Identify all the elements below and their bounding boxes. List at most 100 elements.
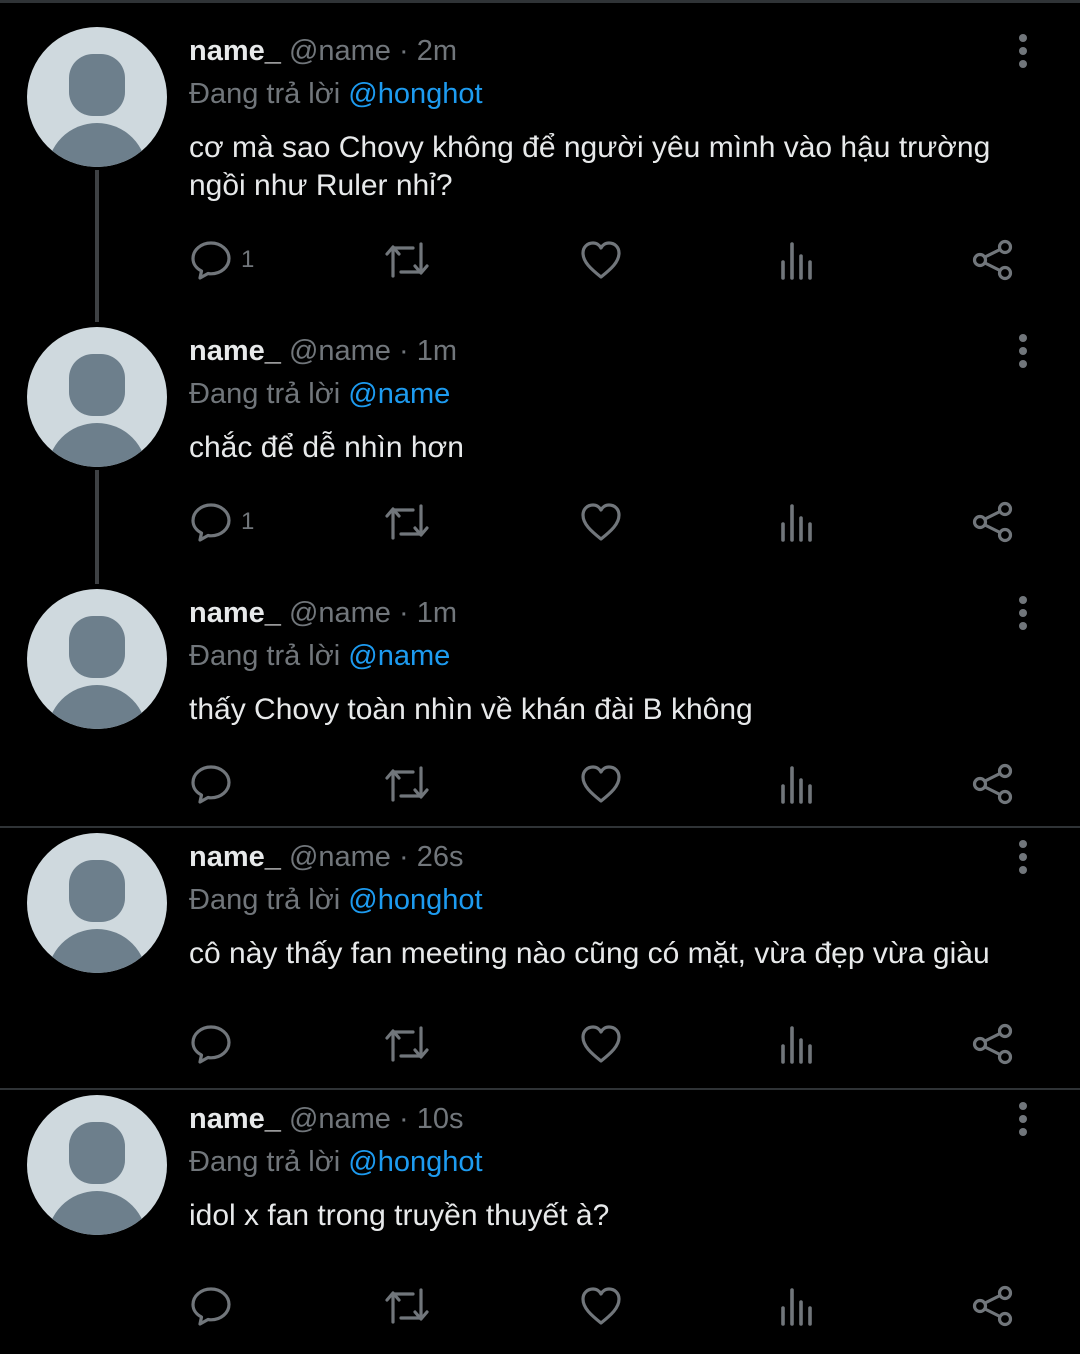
replying-to-mention[interactable]: @honghot [348,78,482,110]
handle-and-time: @name · 10s [280,1103,464,1135]
tweet-reply[interactable]: name_ @name · 1m Đang trả lời @name thấy… [0,584,1080,828]
retweet-button[interactable] [383,235,431,285]
more-vertical-icon [1019,334,1027,368]
retweet-button[interactable] [383,759,431,809]
action-bar: 1 [189,235,1029,285]
replying-to-prefix: Đang trả lời [189,884,349,916]
reply-count: 1 [241,246,255,273]
heart-icon [581,241,621,279]
tweet-header: name_ @name · 26s [189,837,463,877]
action-bar: 1 [189,497,1029,547]
views-chart-icon [781,242,812,280]
replying-to-line: Đang trả lời @name [189,374,450,414]
reply-button[interactable] [189,1281,241,1331]
retweet-button[interactable] [383,497,431,547]
views-chart-icon [781,766,812,804]
display-name[interactable]: name_ [189,1103,281,1135]
reply-bubble-icon [191,241,231,280]
share-icon [972,1023,1013,1065]
handle-and-time: @name · 2m [280,35,457,67]
more-vertical-icon [1019,1102,1027,1136]
reply-button[interactable] [189,759,241,809]
tweet-reply[interactable]: name_ @name · 2m Đang trả lời @honghot c… [0,0,1080,322]
more-vertical-icon [1019,596,1027,630]
avatar[interactable] [27,1095,167,1235]
tweet-reply[interactable]: name_ @name · 1m Đang trả lời @name chắc… [0,322,1080,584]
more-options-button[interactable] [1003,31,1043,71]
heart-icon [581,765,621,803]
reply-button[interactable]: 1 [189,235,254,285]
handle-and-time: @name · 1m [280,335,457,367]
like-button[interactable] [579,497,623,547]
retweet-icon [385,504,429,540]
tweet-reply[interactable]: name_ @name · 10s Đang trả lời @honghot … [0,1090,1080,1354]
display-name[interactable]: name_ [189,597,281,629]
share-icon [972,763,1013,805]
retweet-icon [385,242,429,278]
views-button[interactable] [777,1019,821,1069]
replying-to-mention[interactable]: @honghot [348,884,482,916]
tweet-reply[interactable]: name_ @name · 26s Đang trả lời @honghot … [0,828,1080,1090]
more-vertical-icon [1019,34,1027,68]
reply-bubble-icon [191,765,231,804]
reply-button[interactable]: 1 [189,497,254,547]
more-options-button[interactable] [1003,837,1043,877]
views-button[interactable] [777,759,821,809]
reply-button[interactable] [189,1019,241,1069]
share-icon [972,1285,1013,1327]
avatar[interactable] [27,589,167,729]
views-button[interactable] [777,1281,821,1331]
avatar-head-shape [69,860,125,922]
replying-to-line: Đang trả lời @honghot [189,880,483,920]
replying-to-mention[interactable]: @name [348,378,450,410]
replying-to-prefix: Đang trả lời [189,378,349,410]
display-name[interactable]: name_ [189,841,281,873]
avatar[interactable] [27,327,167,467]
avatar[interactable] [27,27,167,167]
replying-to-line: Đang trả lời @honghot [189,1142,483,1182]
replying-to-prefix: Đang trả lời [189,78,349,110]
like-button[interactable] [579,1019,623,1069]
share-icon [972,501,1013,543]
views-chart-icon [781,1026,812,1064]
tweet-text: cơ mà sao Chovy không để người yêu mình … [189,131,991,202]
retweet-icon [385,1288,429,1324]
avatar-head-shape [69,1122,125,1184]
heart-icon [581,503,621,541]
share-button[interactable] [971,1281,1015,1331]
tweet-header: name_ @name · 10s [189,1099,463,1139]
action-bar [189,1019,1029,1069]
views-chart-icon [781,504,812,542]
heart-icon [581,1025,621,1063]
avatar-shoulders-shape [47,929,147,973]
views-button[interactable] [777,235,821,285]
avatar-head-shape [69,54,125,116]
replying-to-prefix: Đang trả lời [189,1146,349,1178]
heart-icon [581,1287,621,1325]
replying-to-mention[interactable]: @name [348,640,450,672]
like-button[interactable] [579,235,623,285]
replying-to-prefix: Đang trả lời [189,640,349,672]
retweet-button[interactable] [383,1281,431,1331]
display-name[interactable]: name_ [189,35,281,67]
share-button[interactable] [971,235,1015,285]
avatar-head-shape [69,616,125,678]
retweet-button[interactable] [383,1019,431,1069]
views-button[interactable] [777,497,821,547]
avatar-shoulders-shape [47,123,147,167]
share-button[interactable] [971,759,1015,809]
reply-bubble-icon [191,503,231,542]
replying-to-mention[interactable]: @honghot [348,1146,482,1178]
more-options-button[interactable] [1003,593,1043,633]
more-options-button[interactable] [1003,331,1043,371]
like-button[interactable] [579,1281,623,1331]
share-button[interactable] [971,497,1015,547]
display-name[interactable]: name_ [189,335,281,367]
reply-bubble-icon [191,1025,231,1064]
views-chart-icon [781,1288,812,1326]
action-bar [189,1281,1029,1331]
avatar[interactable] [27,833,167,973]
more-options-button[interactable] [1003,1099,1043,1139]
share-button[interactable] [971,1019,1015,1069]
like-button[interactable] [579,759,623,809]
